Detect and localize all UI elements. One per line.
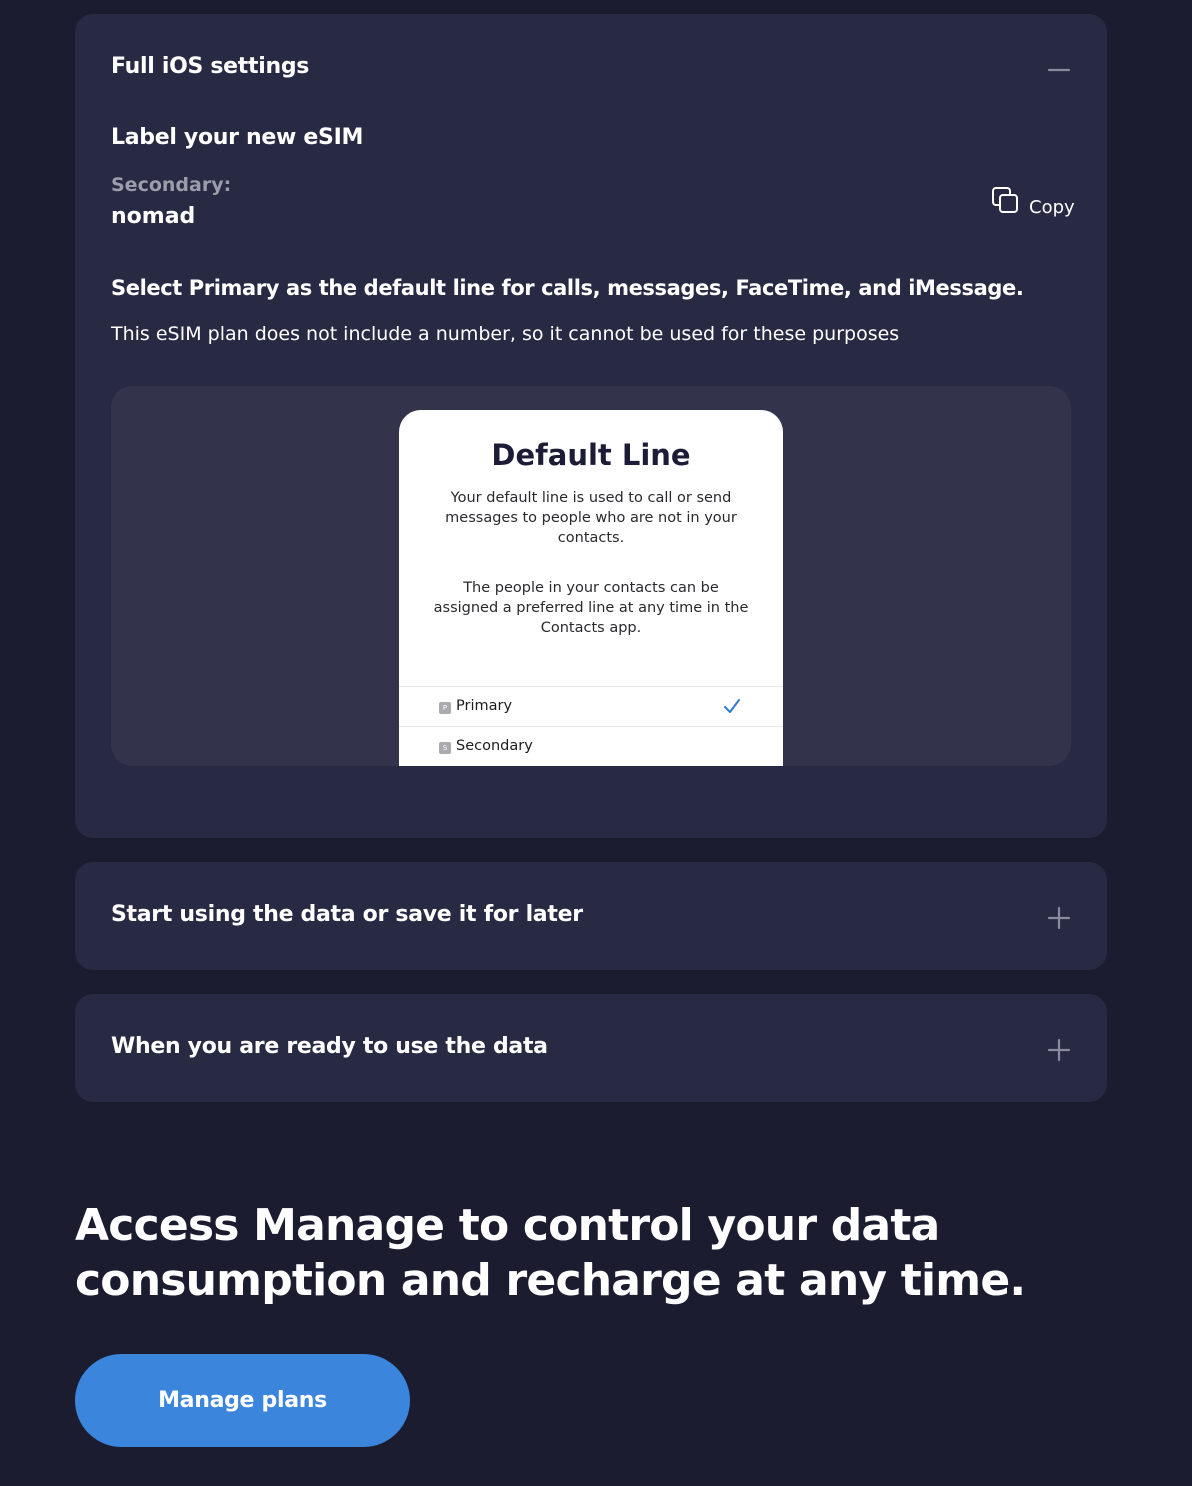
screenshot-paragraph: Your default line is used to call or sen…: [445, 490, 737, 546]
minus-icon[interactable]: [1047, 58, 1071, 82]
secondary-label: Secondary:: [111, 174, 232, 196]
section-title[interactable]: Full iOS settings: [111, 54, 309, 79]
copy-icon: [991, 186, 1021, 220]
accordion-section-full-ios-settings: Full iOS settings Label your new eSIM Se…: [75, 14, 1107, 838]
manage-plans-button[interactable]: Manage plans: [75, 1354, 410, 1447]
secondary-value: nomad: [111, 204, 196, 229]
ios-screenshot-preview: Default Line Your default line is used t…: [111, 386, 1071, 766]
accordion-section-ready-to-use[interactable]: When you are ready to use the data: [75, 994, 1107, 1102]
sim-badge: P: [439, 702, 451, 714]
copy-button[interactable]: Copy: [991, 186, 1075, 220]
line-option-primary: P Primary: [399, 686, 783, 726]
line-option-secondary: S Secondary: [399, 726, 783, 766]
copy-label: Copy: [1029, 196, 1075, 218]
line-label: Secondary: [456, 738, 533, 754]
screenshot-title: Default Line: [491, 438, 691, 472]
label-esim-heading: Label your new eSIM: [111, 125, 364, 150]
checkmark-icon: [723, 697, 741, 719]
screenshot-paragraph: The people in your contacts can be assig…: [433, 580, 749, 636]
accordion-section-start-using-data[interactable]: Start using the data or save it for late…: [75, 862, 1107, 970]
section-title[interactable]: Start using the data or save it for late…: [111, 902, 583, 927]
manage-heading: Access Manage to control your data consu…: [75, 1200, 1026, 1306]
plus-icon[interactable]: [1047, 1038, 1071, 1062]
select-primary-heading: Select Primary as the default line for c…: [111, 276, 1024, 300]
select-primary-description: This eSIM plan does not include a number…: [111, 323, 900, 345]
sim-badge: S: [439, 742, 451, 754]
plus-icon[interactable]: [1047, 906, 1071, 930]
line-label: Primary: [456, 698, 513, 714]
section-title[interactable]: When you are ready to use the data: [111, 1034, 548, 1059]
default-line-screenshot: Default Line Your default line is used t…: [399, 410, 783, 766]
